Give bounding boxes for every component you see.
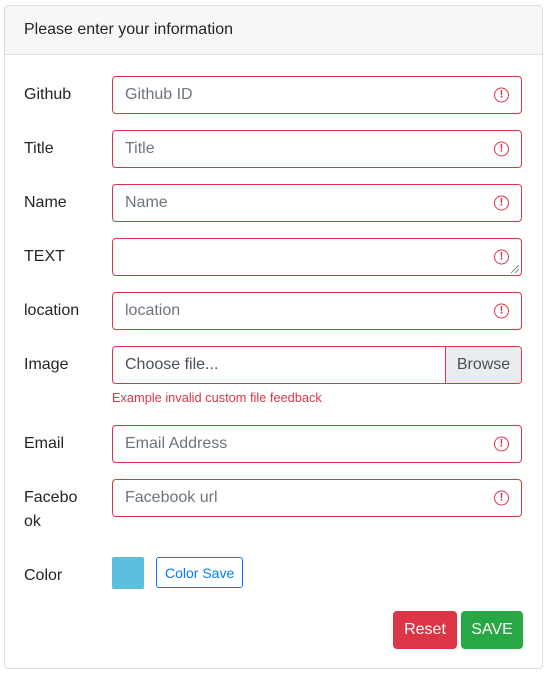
email-input[interactable] xyxy=(113,426,521,462)
error-icon: ! xyxy=(494,490,509,506)
file-name-label: Choose file... xyxy=(125,356,219,373)
form-title: Please enter your information xyxy=(24,21,233,38)
facebook-label-line1: Facebo xyxy=(24,489,78,506)
github-label: Github xyxy=(24,86,72,103)
color-swatch[interactable] xyxy=(112,557,144,589)
title-input[interactable] xyxy=(113,131,521,167)
name-label: Name xyxy=(24,194,67,211)
error-icon: ! xyxy=(494,436,509,452)
text-label: TEXT xyxy=(24,248,65,265)
email-field: ! xyxy=(112,425,522,463)
error-icon: ! xyxy=(494,87,509,103)
location-label: location xyxy=(24,302,80,319)
github-field: ! xyxy=(112,76,522,114)
file-invalid-feedback: Example invalid custom file feedback xyxy=(112,390,322,405)
github-input[interactable] xyxy=(113,77,521,113)
color-save-button[interactable]: Color Save xyxy=(156,557,244,588)
info-form-card: Please enter your information Github ! T… xyxy=(4,5,543,669)
name-field: ! xyxy=(112,184,522,222)
location-input[interactable] xyxy=(113,293,521,329)
text-field: ! xyxy=(112,238,522,276)
title-label: Title xyxy=(24,140,54,157)
email-label: Email xyxy=(24,435,65,452)
facebook-field: ! xyxy=(112,479,522,517)
location-field: ! xyxy=(112,292,522,330)
name-input[interactable] xyxy=(113,185,521,221)
error-icon: ! xyxy=(494,195,509,211)
error-icon: ! xyxy=(494,249,509,265)
save-button[interactable]: SAVE xyxy=(461,611,523,649)
error-icon: ! xyxy=(494,303,509,319)
image-file-input[interactable]: Choose file... Browse xyxy=(112,346,522,384)
color-label: Color xyxy=(24,567,63,584)
facebook-input[interactable] xyxy=(113,480,521,516)
text-textarea[interactable] xyxy=(113,239,521,275)
title-field: ! xyxy=(112,130,522,168)
resize-grip-icon[interactable] xyxy=(511,265,519,273)
image-label: Image xyxy=(24,356,69,373)
facebook-label: Facebo ok xyxy=(24,486,77,534)
card-header: Please enter your information xyxy=(5,6,542,55)
facebook-label-line2: ok xyxy=(24,513,41,530)
error-icon: ! xyxy=(494,141,509,157)
browse-button[interactable]: Browse xyxy=(445,347,521,383)
reset-button[interactable]: Reset xyxy=(393,611,457,649)
